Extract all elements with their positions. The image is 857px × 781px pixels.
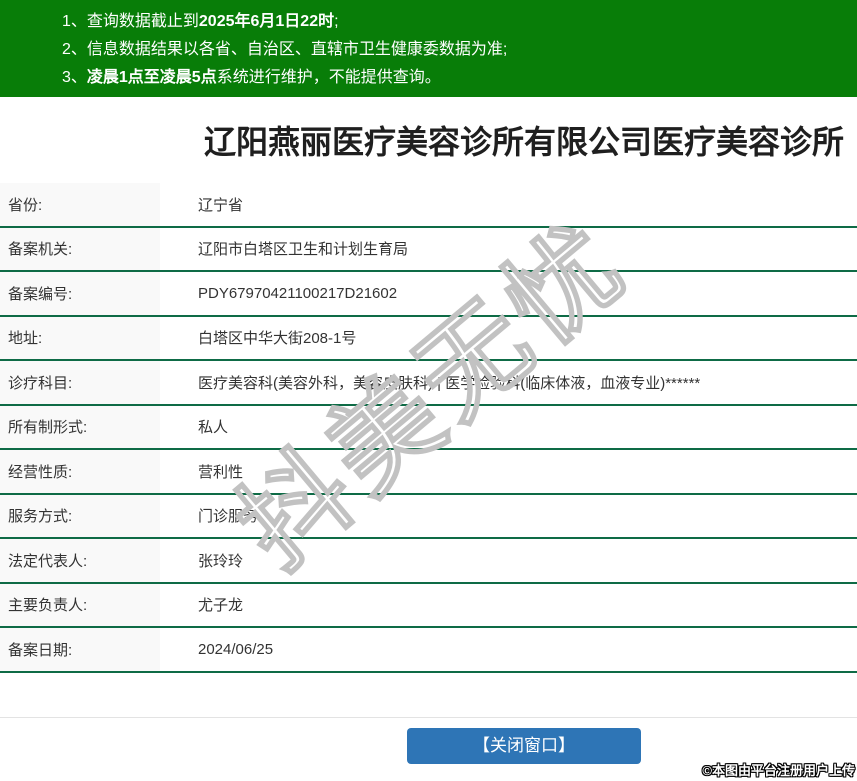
- record-table: 省份: 辽宁省 备案机关: 辽阳市白塔区卫生和计划生育局 备案编号: PDY67…: [0, 183, 857, 673]
- table-row: 备案编号: PDY67970421100217D21602: [0, 272, 857, 317]
- table-row: 经营性质: 营利性: [0, 450, 857, 495]
- table-row: 诊疗科目: 医疗美容科(美容外科，美容皮肤科) | 医学检验科(临床体液，血液专…: [0, 361, 857, 406]
- field-label: 主要负责人:: [0, 583, 160, 626]
- field-label: 经营性质:: [0, 450, 160, 493]
- notice-line-2: 2、信息数据结果以各省、自治区、直辖市卫生健康委数据为准;: [62, 36, 857, 64]
- notice-line-1: 1、查询数据截止到2025年6月1日22时;: [62, 8, 857, 36]
- close-window-button[interactable]: 【关闭窗口】: [407, 727, 641, 764]
- notice-line-1-text: 1、查询数据截止到: [62, 13, 199, 30]
- page-container: 1、查询数据截止到2025年6月1日22时; 2、信息数据结果以各省、自治区、直…: [0, 0, 857, 764]
- field-label: 所有制形式:: [0, 405, 160, 448]
- notice-line-3: 3、凌晨1点至凌晨5点系统进行维护，不能提供查询。: [62, 64, 857, 92]
- corner-watermark: ©本图由平台注册用户上传: [702, 763, 855, 778]
- field-label: 备案机关:: [0, 227, 160, 270]
- field-value: 白塔区中华大街208-1号: [198, 330, 357, 348]
- table-row: 所有制形式: 私人: [0, 405, 857, 450]
- field-label: 省份:: [0, 183, 160, 226]
- field-value: 私人: [198, 419, 229, 437]
- field-value: 医疗美容科(美容外科，美容皮肤科) | 医学检验科(临床体液，血液专业)****…: [198, 374, 701, 392]
- field-value: PDY67970421100217D21602: [198, 284, 398, 302]
- field-value: 门诊服务: [198, 508, 259, 526]
- field-value: 营利性: [198, 463, 244, 481]
- field-label: 诊疗科目:: [0, 361, 160, 404]
- field-value: 尤子龙: [198, 597, 244, 615]
- notice-line-1-suffix: ;: [334, 13, 339, 30]
- table-row: 省份: 辽宁省: [0, 183, 857, 228]
- field-value: 2024/06/25: [198, 640, 274, 658]
- field-label: 法定代表人:: [0, 539, 160, 582]
- field-value: 辽阳市白塔区卫生和计划生育局: [198, 241, 409, 259]
- table-row: 法定代表人: 张玲玲: [0, 539, 857, 584]
- field-label: 备案日期:: [0, 628, 160, 671]
- notice-line-3-bold: 凌晨1点至凌晨5点: [86, 69, 217, 86]
- notice-line-2-text: 2、信息数据结果以各省、自治区、直辖市卫生健康委数据为准;: [62, 41, 508, 58]
- table-row: 主要负责人: 尤子龙: [0, 583, 857, 628]
- notice-line-3-suffix: 系统进行维护，不能提供查询。: [216, 69, 441, 86]
- table-row: 地址: 白塔区中华大街208-1号: [0, 316, 857, 361]
- field-value: 辽宁省: [198, 196, 244, 214]
- page-title: 辽阳燕丽医疗美容诊所有限公司医疗美容诊所: [203, 124, 844, 160]
- notice-line-1-bold: 2025年6月1日22时: [198, 13, 335, 30]
- table-row: 备案日期: 2024/06/25: [0, 628, 857, 673]
- field-label: 备案编号:: [0, 272, 160, 315]
- table-row: 备案机关: 辽阳市白塔区卫生和计划生育局: [0, 227, 857, 272]
- field-label: 服务方式:: [0, 494, 160, 537]
- notice-bar: 1、查询数据截止到2025年6月1日22时; 2、信息数据结果以各省、自治区、直…: [0, 0, 857, 97]
- field-value: 张玲玲: [198, 552, 244, 570]
- table-row: 服务方式: 门诊服务: [0, 494, 857, 539]
- footer-divider: [0, 716, 857, 718]
- field-label: 地址:: [0, 316, 160, 359]
- notice-line-3-text: 3、: [62, 69, 87, 86]
